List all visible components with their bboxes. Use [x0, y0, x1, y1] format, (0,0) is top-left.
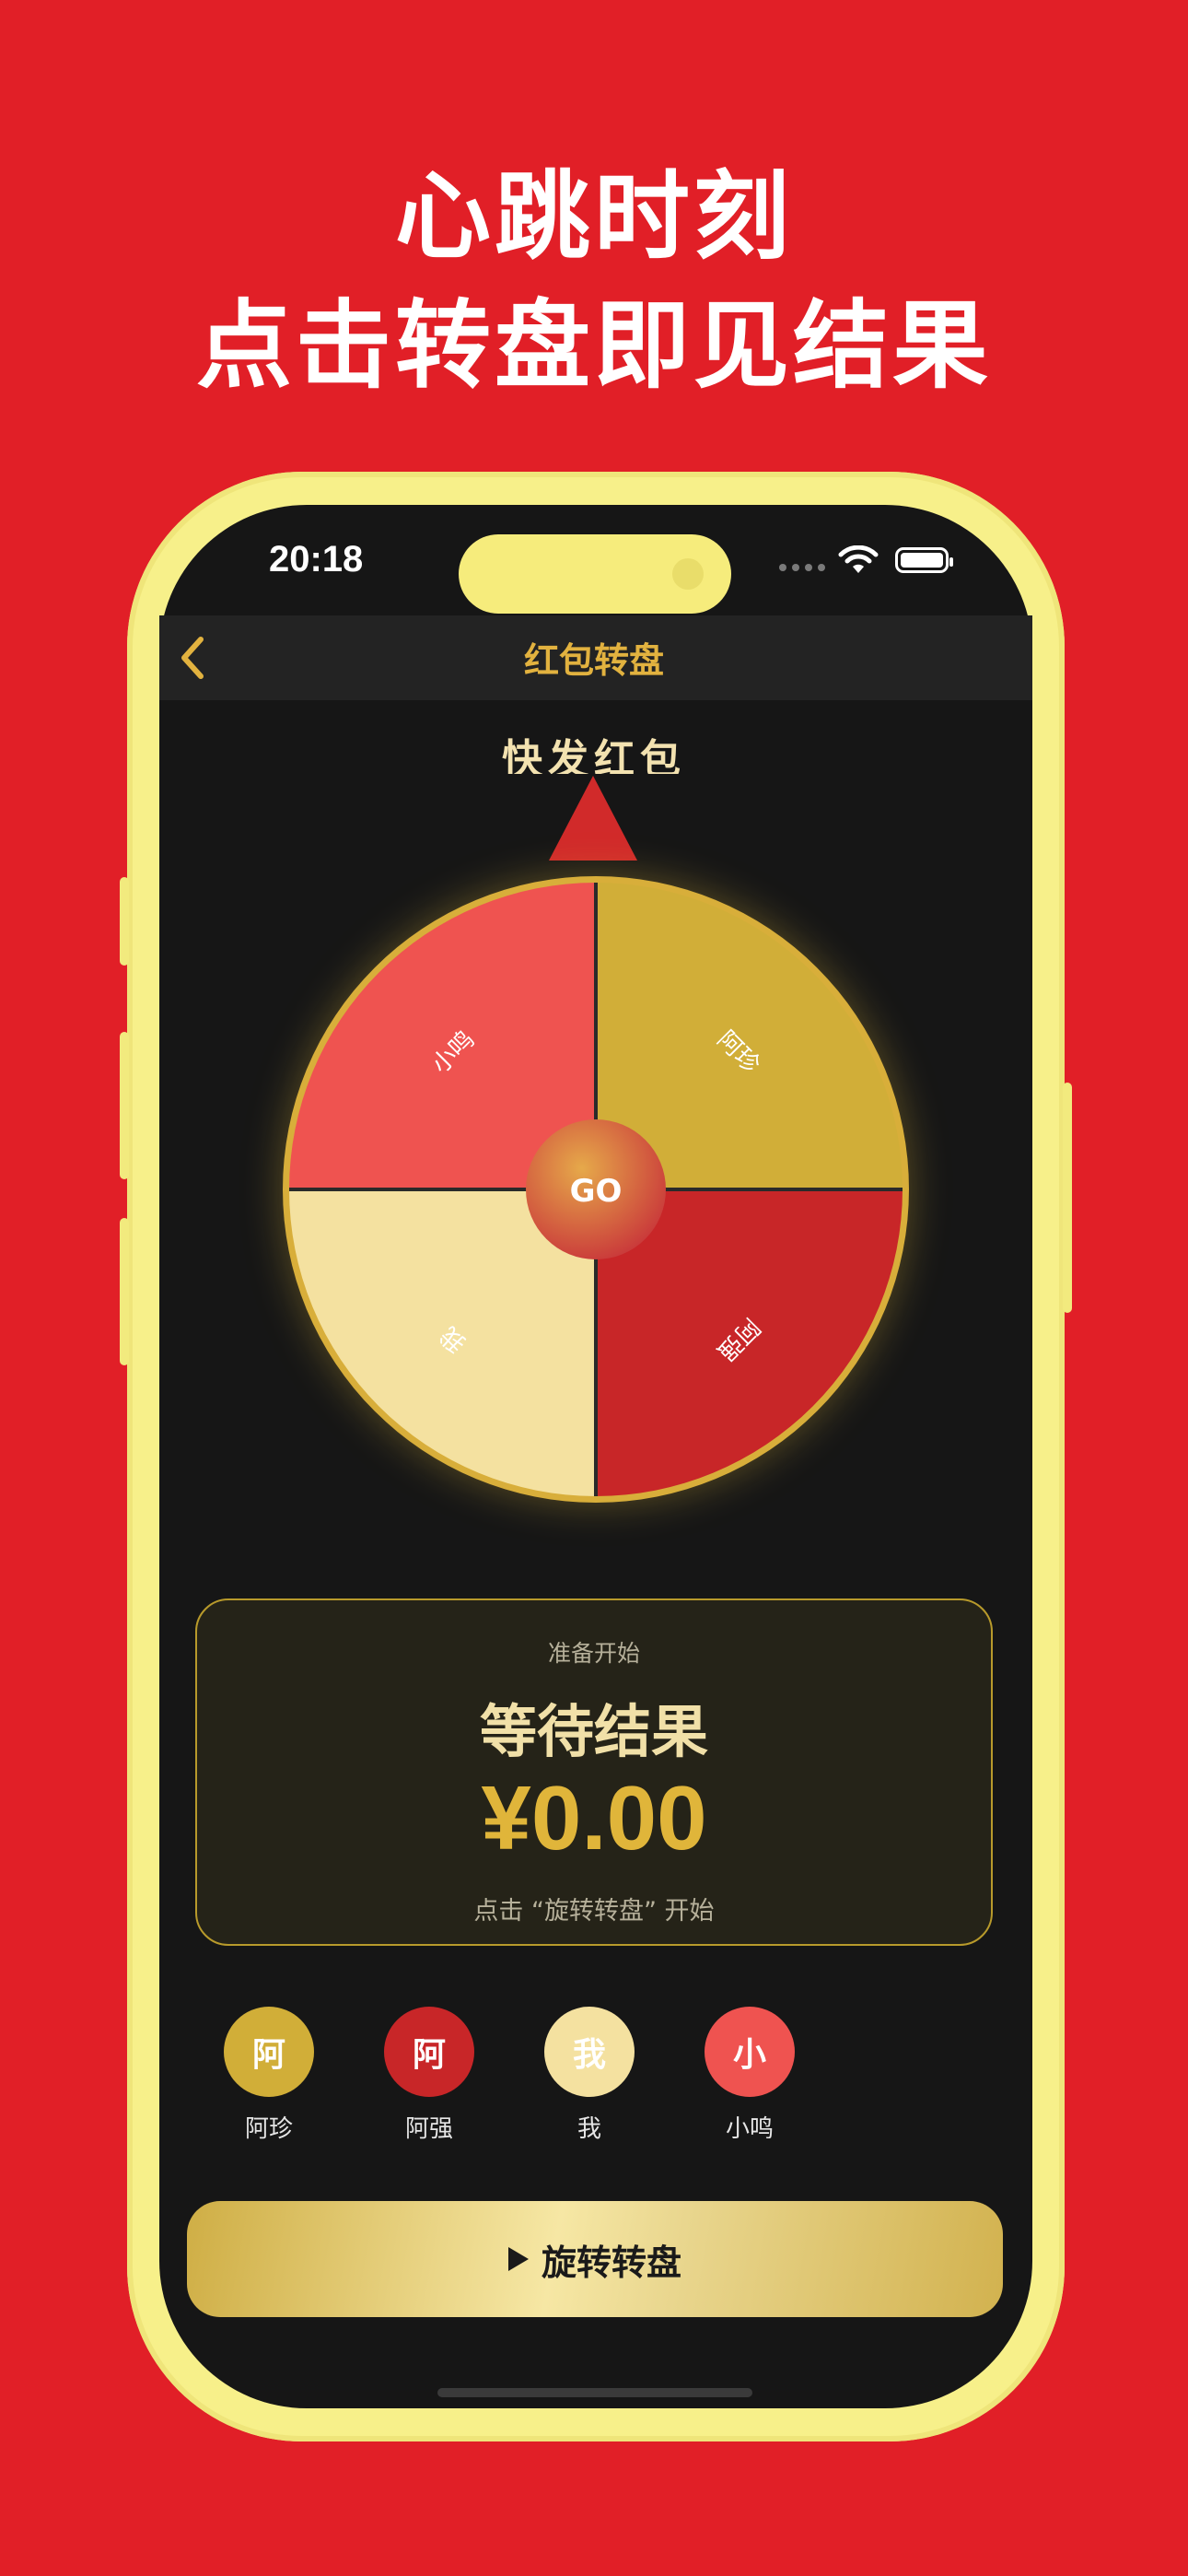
- avatar: 我: [544, 2007, 635, 2097]
- participant-item[interactable]: 我 我: [534, 2007, 645, 2144]
- prize-wheel[interactable]: 阿珍 阿强 我 小鸣 GO: [280, 873, 912, 1505]
- phone-side-button: [1063, 1083, 1072, 1313]
- result-card: 准备开始 等待结果 ¥0.00 点击 “旋转转盘” 开始: [195, 1598, 993, 1946]
- battery-icon: [895, 547, 953, 573]
- promo-headline-line2: 点击转盘即见结果: [195, 289, 992, 402]
- go-button-label: GO: [570, 1173, 623, 1210]
- wifi-icon: [838, 544, 879, 579]
- avatar: 阿: [384, 2007, 474, 2097]
- result-title: 等待结果: [479, 1698, 708, 1765]
- spin-button-label: 旋转转盘: [541, 2242, 681, 2283]
- status-time: 20:18: [269, 539, 364, 580]
- participant-name: 阿强: [404, 2115, 453, 2143]
- participant-item[interactable]: 小 小鸣: [694, 2007, 805, 2144]
- home-indicator[interactable]: [437, 2388, 752, 2397]
- camera-dot: [672, 558, 704, 590]
- participant-item[interactable]: 阿 阿强: [374, 2007, 484, 2144]
- phone-side-button: [120, 877, 129, 966]
- wheel-heading: 快发红包: [502, 736, 686, 774]
- participant-name: 小鸣: [725, 2115, 774, 2143]
- participant-item[interactable]: 阿 阿珍: [214, 2007, 324, 2144]
- participant-name: 阿珍: [244, 2115, 293, 2143]
- phone-side-button: [120, 1032, 129, 1179]
- result-status: 准备开始: [547, 1640, 640, 1667]
- participant-name: 我: [577, 2115, 601, 2143]
- avatar: 小: [705, 2007, 795, 2097]
- wheel-pointer-icon: [549, 776, 637, 861]
- result-hint: 点击 “旋转转盘” 开始: [473, 1897, 715, 1926]
- page-title: 红包转盘: [523, 640, 664, 681]
- promo-headline-line1: 心跳时刻: [394, 160, 793, 273]
- result-amount: ¥0.00: [481, 1767, 707, 1868]
- play-icon: [507, 2247, 529, 2271]
- phone-side-button: [120, 1218, 129, 1365]
- spin-wheel-button[interactable]: 旋转转盘: [187, 2201, 1003, 2317]
- cellular-signal-icon: [779, 564, 825, 571]
- avatar: 阿: [224, 2007, 314, 2097]
